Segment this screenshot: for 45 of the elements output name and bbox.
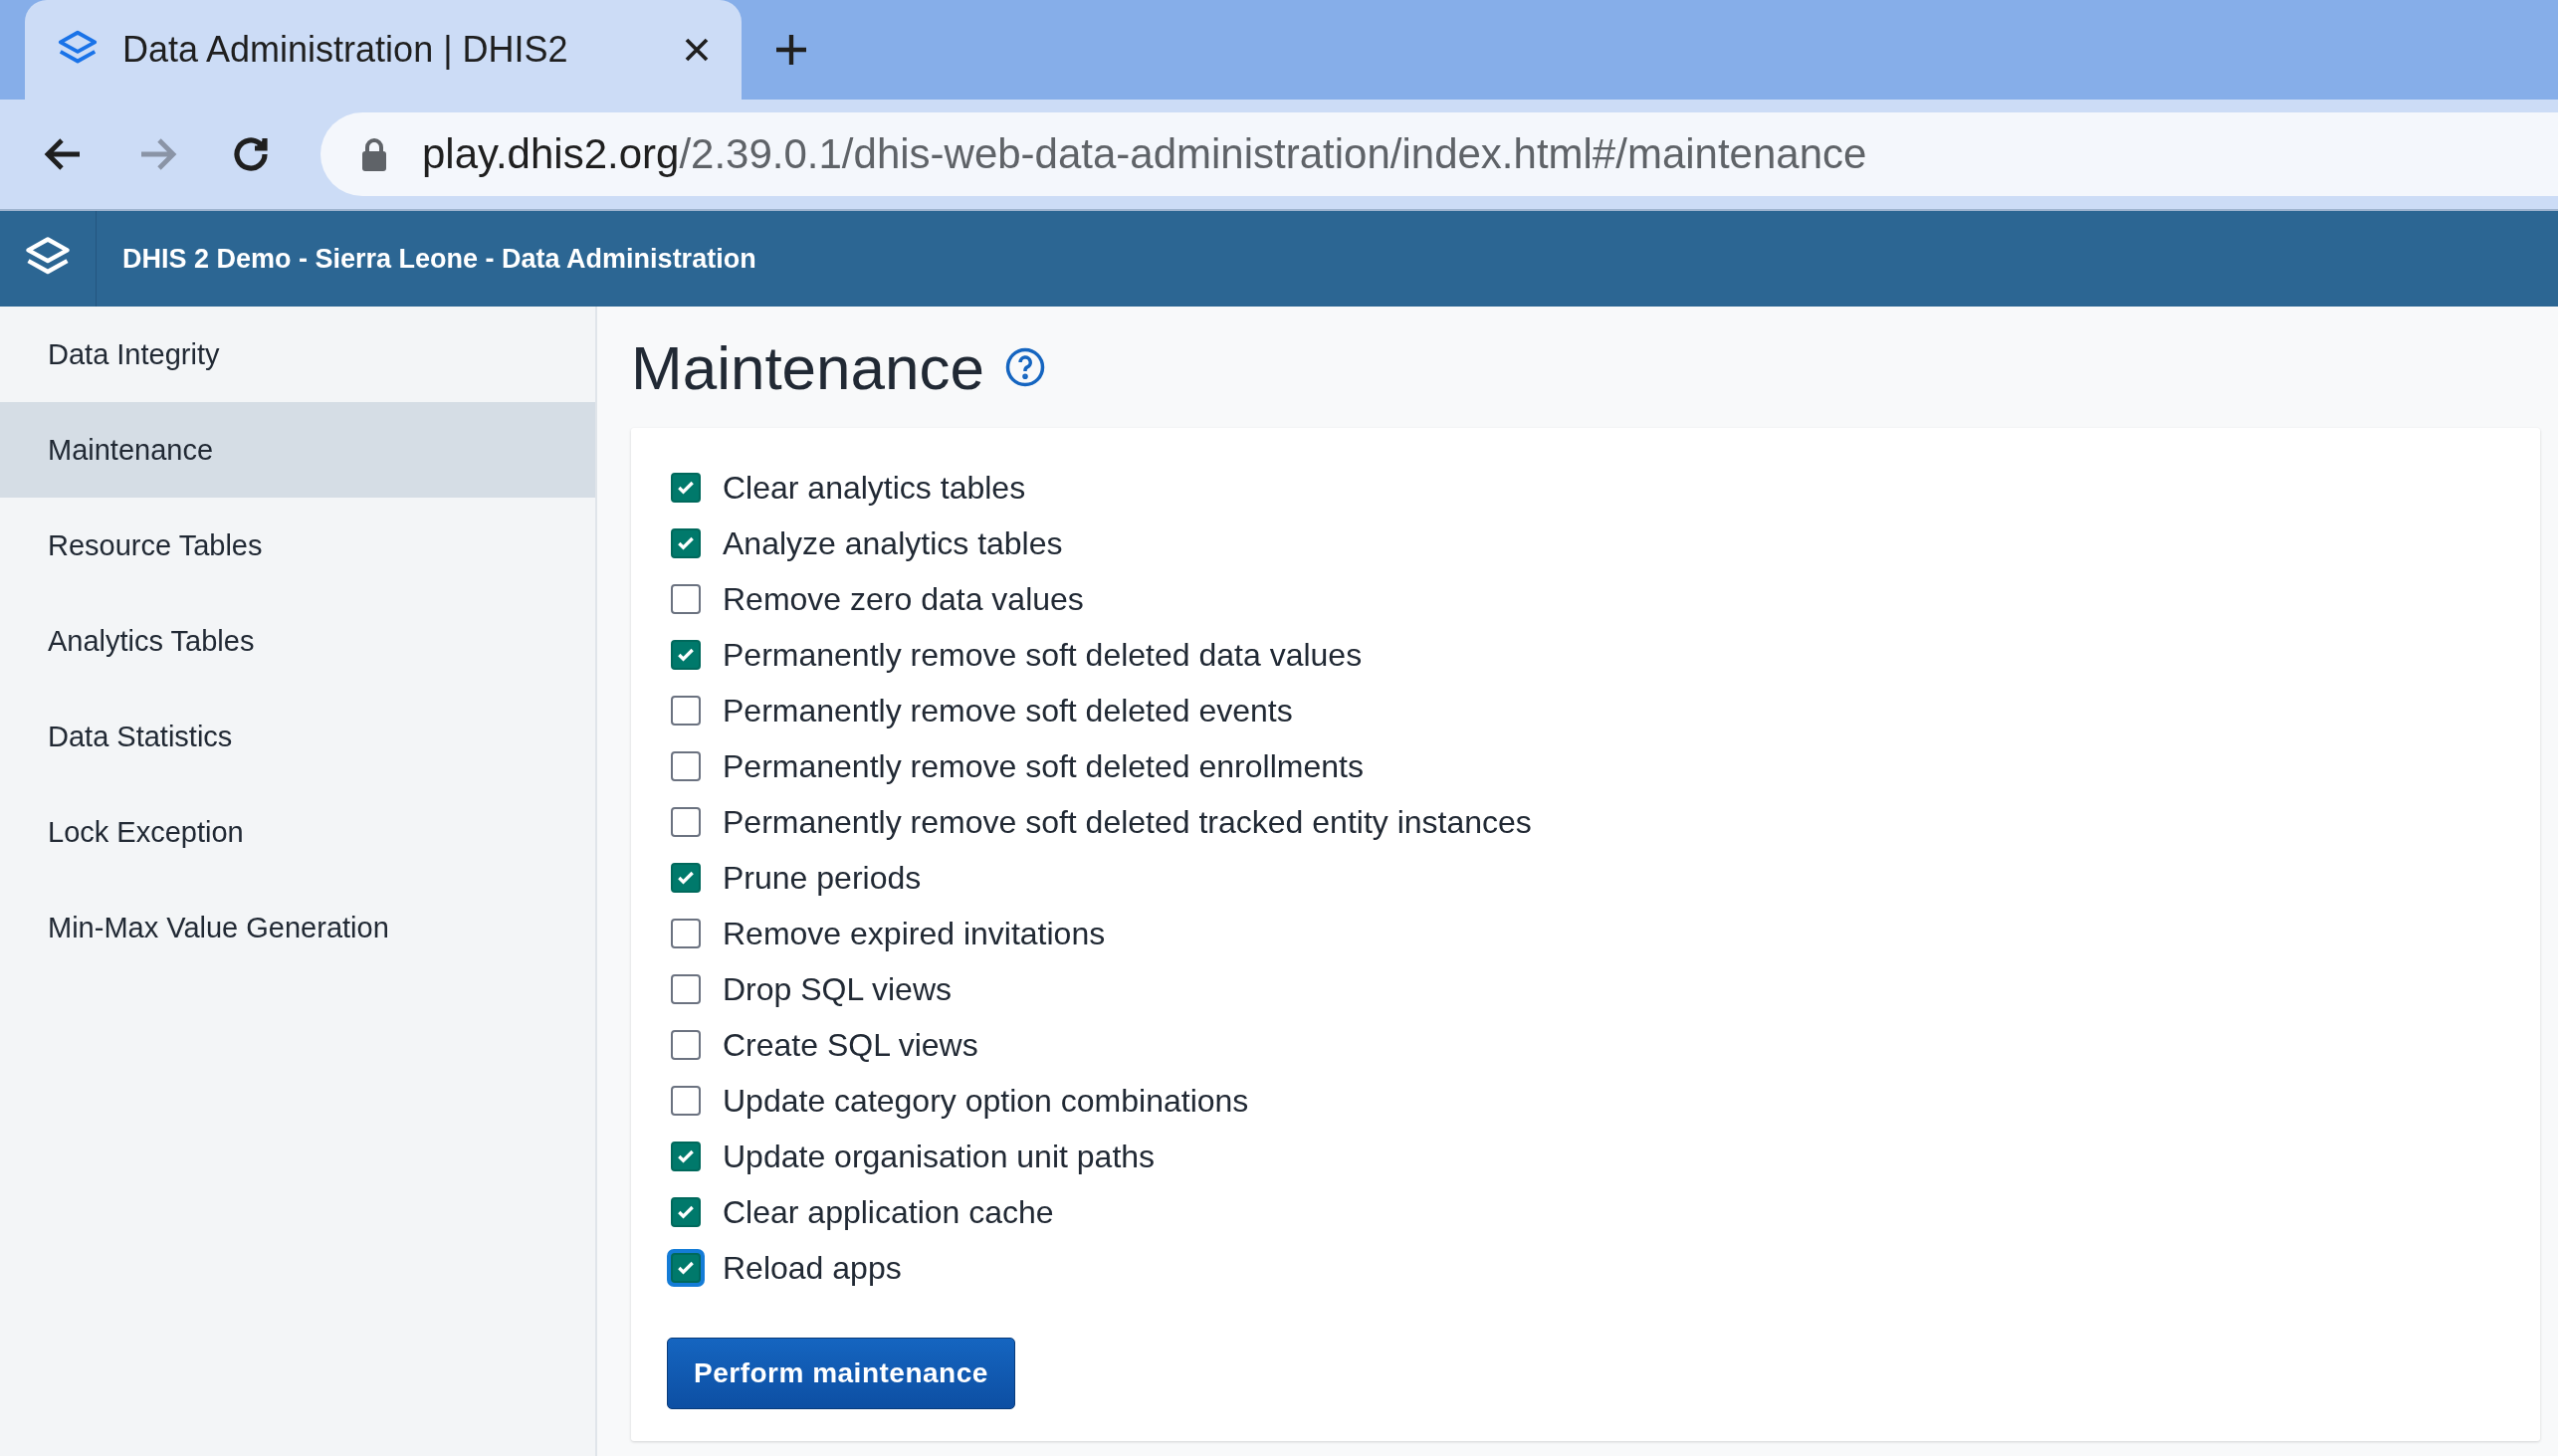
checkbox-label: Remove zero data values — [723, 580, 1084, 618]
browser-tab[interactable]: Data Administration | DHIS2 — [25, 0, 742, 100]
checkbox-label: Reload apps — [723, 1249, 902, 1287]
sidebar-item[interactable]: Data Statistics — [0, 689, 595, 784]
app-title: DHIS 2 Demo - Sierra Leone - Data Administration — [122, 243, 756, 275]
checkbox[interactable] — [671, 807, 701, 837]
checkbox-label: Update category option combinations — [723, 1082, 1249, 1120]
sidebar-item[interactable]: Min-Max Value Generation — [0, 880, 595, 975]
checkbox[interactable] — [671, 528, 701, 558]
perform-maintenance-button[interactable]: Perform maintenance — [667, 1338, 1015, 1409]
tab-title: Data Administration | DHIS2 — [122, 29, 569, 71]
checkbox-label: Analyze analytics tables — [723, 524, 1063, 562]
checkbox-label: Create SQL views — [723, 1026, 978, 1064]
url-text: play.dhis2.org/2.39.0.1/dhis-web-data-administration/index.html#/maintenance — [422, 130, 1867, 178]
checkbox-label: Prune periods — [723, 859, 922, 897]
help-icon[interactable] — [1004, 346, 1047, 388]
checkbox-label: Drop SQL views — [723, 970, 952, 1008]
sidebar-item[interactable]: Maintenance — [0, 402, 595, 498]
checkbox[interactable] — [671, 1142, 701, 1171]
checkbox[interactable] — [671, 584, 701, 614]
page-title: Maintenance — [631, 331, 985, 403]
checkbox-label: Permanently remove soft deleted events — [723, 692, 1293, 729]
sidebar-item[interactable]: Lock Exception — [0, 784, 595, 880]
checkbox[interactable] — [671, 1197, 701, 1227]
checkbox[interactable] — [671, 473, 701, 503]
checkbox-label: Update organisation unit paths — [723, 1138, 1156, 1175]
checkbox-label: Permanently remove soft deleted enrollments — [723, 747, 1364, 785]
checkbox[interactable] — [671, 751, 701, 781]
checkbox[interactable] — [671, 919, 701, 948]
checkbox[interactable] — [671, 640, 701, 670]
checkbox[interactable] — [671, 974, 701, 1004]
sidebar-item[interactable]: Resource Tables — [0, 498, 595, 593]
checkbox[interactable] — [671, 1030, 701, 1060]
sidebar-item[interactable]: Analytics Tables — [0, 593, 595, 689]
checkbox-label: Permanently remove soft deleted tracked entity instances — [723, 803, 1532, 841]
checkbox[interactable] — [671, 1086, 701, 1116]
lock-icon — [360, 137, 388, 171]
address-bar[interactable]: play.dhis2.org/2.39.0.1/dhis-web-data-administration/index.html#/maintenance — [320, 112, 2558, 196]
sidebar-item[interactable]: Data Integrity — [0, 307, 595, 402]
checkbox-label: Clear analytics tables — [723, 469, 1026, 507]
checkbox[interactable] — [671, 863, 701, 893]
checkbox-label: Permanently remove soft deleted data values — [723, 636, 1363, 674]
checkbox-label: Clear application cache — [723, 1193, 1054, 1231]
checkbox[interactable] — [671, 696, 701, 726]
checkbox-label: Remove expired invitations — [723, 915, 1106, 952]
